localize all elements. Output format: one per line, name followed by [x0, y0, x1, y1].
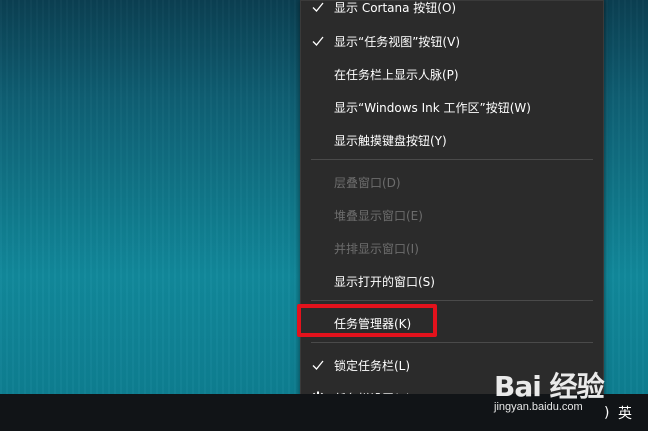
- menu-item-label: 显示打开的窗口(S): [334, 274, 435, 289]
- menu-item-show-task-view[interactable]: 显示“任务视图”按钮(V): [301, 27, 603, 55]
- menu-item-label: 并排显示窗口(I): [334, 241, 419, 256]
- annotation-highlight-box: [297, 304, 437, 337]
- menu-item-show-people[interactable]: 在任务栏上显示人脉(P): [301, 60, 603, 88]
- menu-item-label: 在任务栏上显示人脉(P): [334, 67, 459, 82]
- menu-item-stack-windows[interactable]: 堆叠显示窗口(E): [301, 201, 603, 229]
- menu-item-label: 显示触摸键盘按钮(Y): [334, 133, 447, 148]
- menu-separator: [311, 159, 593, 160]
- menu-item-show-touch-keyboard[interactable]: 显示触摸键盘按钮(Y): [301, 126, 603, 154]
- menu-item-show-desktop-windows[interactable]: 显示打开的窗口(S): [301, 267, 603, 295]
- menu-item-label: 显示“任务视图”按钮(V): [334, 34, 461, 49]
- ime-label: 英: [618, 405, 632, 422]
- menu-item-side-by-side[interactable]: 并排显示窗口(I): [301, 234, 603, 262]
- checkmark-icon: [311, 0, 325, 14]
- menu-item-cascade-windows[interactable]: 层叠窗口(D): [301, 168, 603, 196]
- menu-item-label: 堆叠显示窗口(E): [334, 208, 423, 223]
- watermark-logo: Bai 经验: [494, 370, 605, 403]
- menu-separator: [311, 300, 593, 301]
- checkmark-icon: [311, 34, 325, 48]
- taskbar-context-menu: 显示 Cortana 按钮(O) 显示“任务视图”按钮(V) 在任务栏上显示人脉…: [300, 0, 604, 419]
- watermark-url: jingyan.baidu.com: [494, 401, 583, 413]
- menu-item-label: 显示“Windows Ink 工作区”按钮(W): [334, 100, 531, 115]
- ime-indicator[interactable]: 英: [618, 394, 632, 431]
- menu-separator: [311, 342, 593, 343]
- menu-item-label: 锁定任务栏(L): [334, 358, 411, 373]
- checkmark-icon: [311, 358, 325, 372]
- baidu-jingyan-watermark: Bai 经验 jingyan.baidu.com: [494, 365, 614, 413]
- menu-item-label: 层叠窗口(D): [334, 175, 401, 190]
- menu-item-show-cortana[interactable]: 显示 Cortana 按钮(O): [301, 0, 603, 21]
- menu-item-show-windows-ink[interactable]: 显示“Windows Ink 工作区”按钮(W): [301, 93, 603, 121]
- menu-item-label: 显示 Cortana 按钮(O): [334, 0, 457, 15]
